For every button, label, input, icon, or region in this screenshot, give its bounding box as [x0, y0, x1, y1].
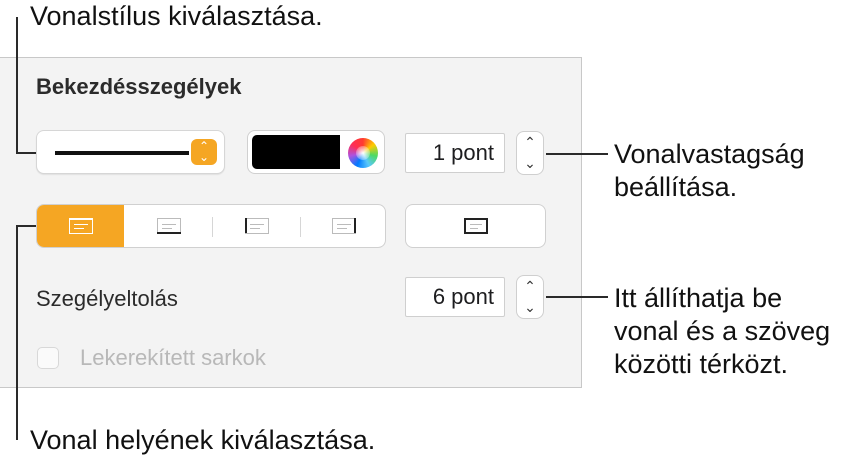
offset-label: Szegélyeltolás — [36, 286, 178, 311]
top-border-icon — [68, 218, 93, 234]
offset-stepper[interactable]: ⌃ ⌄ — [516, 275, 544, 319]
chevron-up-icon[interactable]: ⌃ — [517, 132, 543, 153]
left-border-icon — [244, 218, 269, 234]
line-width-stepper[interactable]: ⌃ ⌄ — [516, 131, 544, 175]
annotation-spacing-1: Itt állíthatja be — [614, 283, 783, 313]
right-border-icon — [331, 218, 356, 234]
color-wheel-icon[interactable] — [348, 138, 378, 168]
box-border-icon — [463, 218, 488, 234]
segment-top-border[interactable] — [37, 205, 124, 247]
callout-width-line — [546, 153, 608, 155]
segment-left-border[interactable] — [213, 205, 300, 247]
annotation-spacing-2: vonal és a szöveg — [614, 316, 831, 346]
rounded-corners-checkbox[interactable] — [37, 347, 59, 369]
callout-spacing-line — [546, 296, 608, 298]
up-down-chevron-icon: ⌃ ⌄ — [191, 139, 217, 165]
offset-field[interactable]: 6 pont — [405, 277, 505, 317]
annotation-line-width-1: Vonalvastagság — [614, 139, 805, 169]
segment-right-border[interactable] — [300, 205, 385, 247]
callout-line-style-horizontal — [16, 152, 38, 154]
line-style-popup[interactable]: ⌃ ⌄ — [36, 130, 225, 174]
color-well[interactable] — [247, 130, 385, 174]
chevron-down-icon[interactable]: ⌄ — [517, 297, 543, 318]
annotation-line-style: Vonalstílus kiválasztása. — [30, 1, 323, 31]
bottom-border-icon — [156, 218, 181, 234]
chevron-up-icon[interactable]: ⌃ — [517, 276, 543, 297]
color-swatch[interactable] — [252, 135, 340, 169]
line-width-field[interactable]: 1 pont — [405, 133, 505, 173]
annotation-line-width-2: beállítása. — [614, 172, 738, 202]
callout-position-vertical — [16, 226, 18, 440]
border-position-segmented-control — [36, 204, 386, 248]
box-border-button[interactable] — [405, 204, 546, 248]
annotation-spacing-3: közötti térközt. — [614, 349, 789, 379]
annotation-position: Vonal helyének kiválasztása. — [30, 425, 376, 455]
callout-line-style-vertical — [16, 17, 18, 153]
callout-position-horizontal — [16, 225, 38, 227]
section-title: Bekezdésszegélyek — [36, 74, 242, 99]
line-style-preview — [55, 151, 189, 155]
rounded-corners-label: Lekerekített sarkok — [80, 345, 266, 370]
chevron-down-icon[interactable]: ⌄ — [517, 153, 543, 174]
segment-bottom-border[interactable] — [125, 205, 212, 247]
